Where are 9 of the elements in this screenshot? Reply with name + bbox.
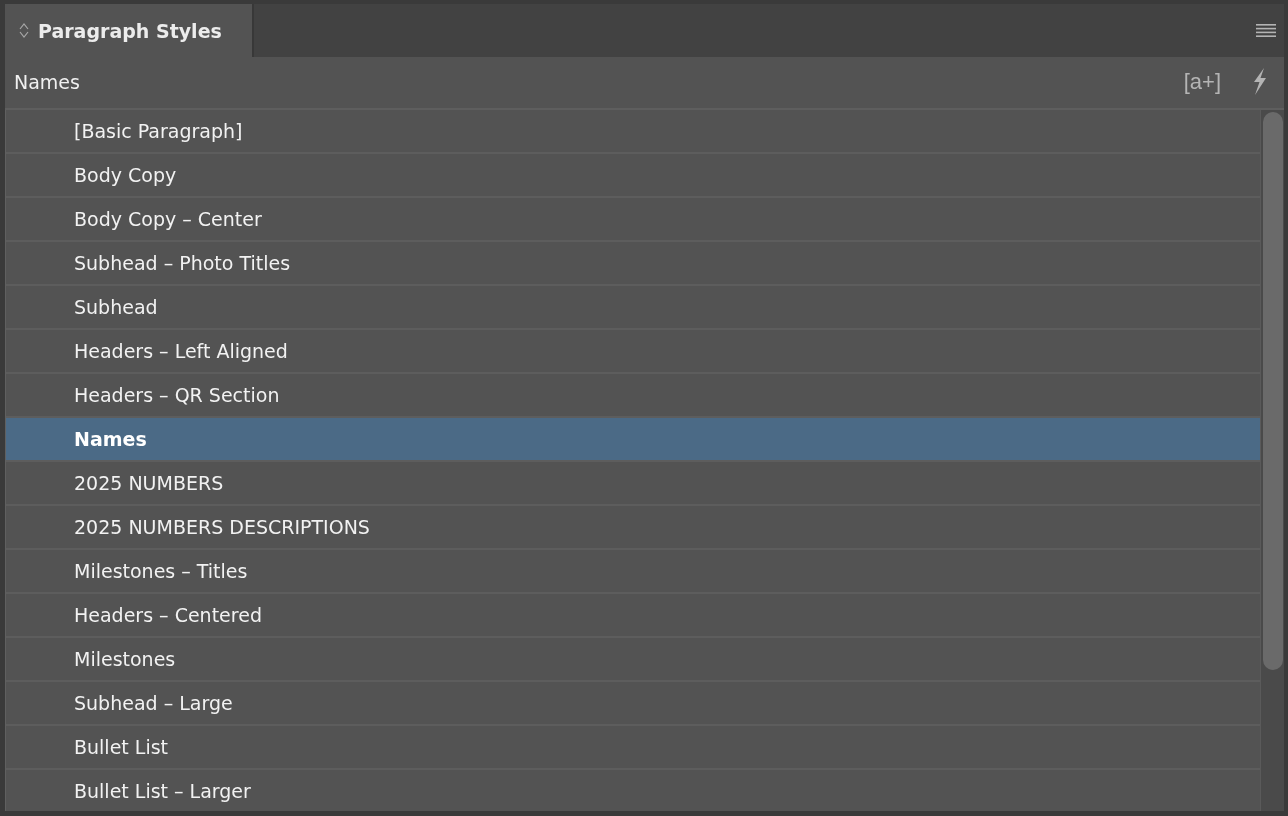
scrollbar-track[interactable] (1260, 110, 1284, 811)
chevrons-updown-icon[interactable] (19, 23, 29, 38)
style-row[interactable]: Names (6, 418, 1260, 462)
lightning-icon[interactable] (1251, 68, 1267, 95)
panel-tab[interactable]: Paragraph Styles (5, 4, 254, 57)
menu-icon[interactable] (1256, 24, 1276, 37)
column-header: Names (14, 70, 81, 93)
new-style-button[interactable]: [a+] (1183, 68, 1221, 95)
scrollbar-thumb[interactable] (1263, 112, 1283, 670)
